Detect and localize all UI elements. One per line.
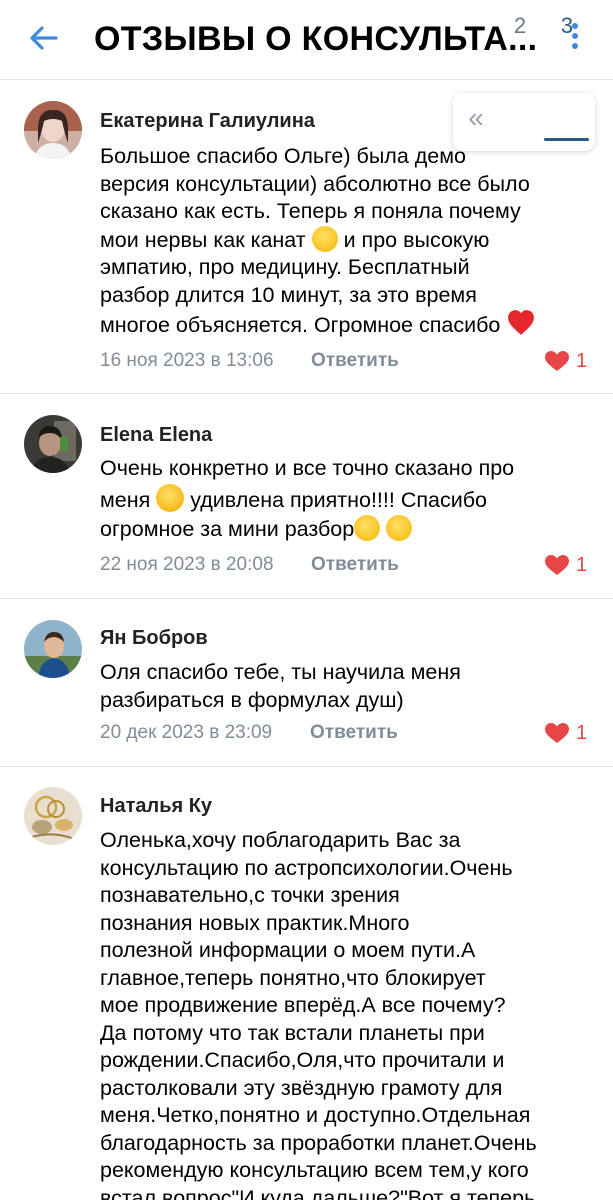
- red-heart-emoji-icon: [508, 310, 535, 335]
- heart-eyes-emoji-icon: [386, 515, 413, 541]
- comment-text: Оленька,хочу поблагодарить Вас за консул…: [100, 828, 537, 1200]
- avatar[interactable]: [24, 415, 82, 473]
- comment-item: Екатерина Галиулина Большое спасибо Ольг…: [0, 80, 613, 394]
- reply-button[interactable]: Ответить: [311, 349, 399, 373]
- comment-date: 16 ноя 2023 в 13:06: [100, 350, 274, 371]
- comment-item: Наталья Ку Оленька,хочу поблагодарить Ва…: [0, 767, 613, 1200]
- smiling-face-emoji-icon: [354, 515, 381, 541]
- comment-author[interactable]: Наталья Ку: [100, 793, 212, 819]
- comment-date: 20 дек 2023 в 23:09: [100, 722, 273, 743]
- page-title: ОТЗЫВЫ О КОНСУЛЬТА...: [94, 20, 538, 58]
- comment-author[interactable]: Elena Elena: [100, 422, 212, 448]
- comment-author[interactable]: Екатерина Галиулина: [100, 108, 315, 134]
- grinning-sweat-emoji-icon: [311, 225, 338, 252]
- like-button[interactable]: 1: [544, 348, 592, 374]
- comment-text: Оля спасибо тебе, ты научила меня разбир…: [100, 660, 461, 712]
- like-count: 1: [576, 554, 588, 576]
- heart-icon: [545, 723, 569, 743]
- page-2-link[interactable]: 2: [506, 12, 534, 40]
- heart-icon: [545, 555, 569, 575]
- face-with-open-eyes-hand-emoji-icon: [156, 483, 185, 512]
- page-3-current[interactable]: 3: [553, 12, 581, 40]
- like-button[interactable]: 1: [544, 720, 592, 746]
- heart-icon: [545, 351, 569, 371]
- comment-author[interactable]: Ян Бобров: [100, 625, 208, 651]
- comment-item: Ян Бобров Оля спасибо тебе, ты научила м…: [0, 599, 613, 767]
- like-button[interactable]: 1: [544, 552, 592, 578]
- avatar[interactable]: [24, 620, 82, 678]
- like-count: 1: [576, 722, 588, 744]
- reply-button[interactable]: Ответить: [310, 721, 398, 745]
- avatar[interactable]: [24, 787, 82, 845]
- like-count: 1: [576, 350, 588, 372]
- reply-button[interactable]: Ответить: [311, 553, 399, 577]
- comment-item: Elena Elena Очень конкретно и все точно …: [0, 394, 613, 599]
- comment-text: Очень конкретно и все точно сказано про …: [100, 456, 515, 541]
- arrow-left-icon[interactable]: [26, 20, 62, 56]
- comment-text: Большое спасибо Ольге) была демо версия …: [100, 143, 590, 340]
- comment-date: 22 ноя 2023 в 20:08: [100, 554, 274, 575]
- avatar[interactable]: [24, 101, 82, 159]
